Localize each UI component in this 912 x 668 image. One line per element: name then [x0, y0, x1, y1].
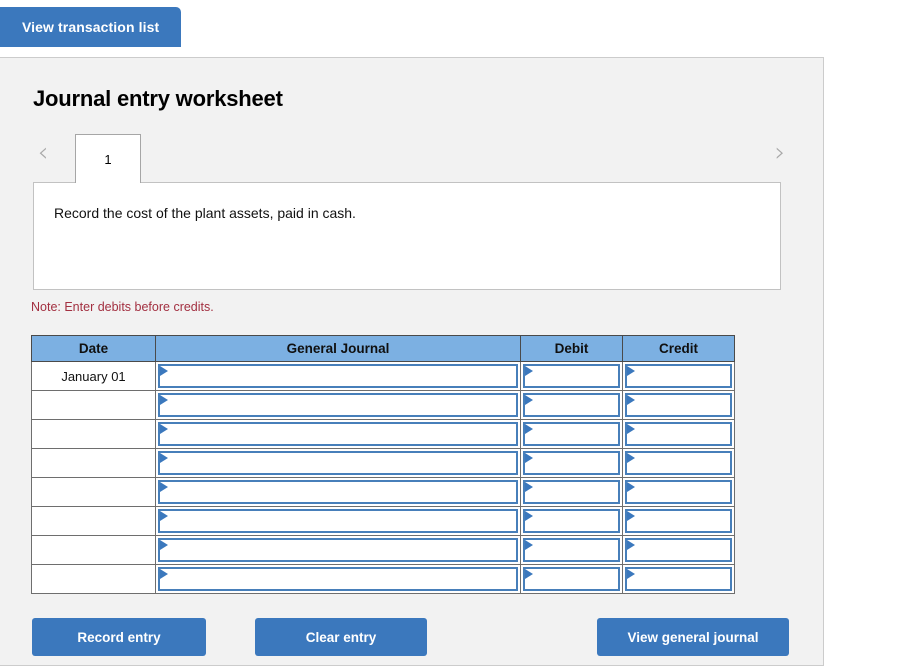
credit-amount-input-row-1[interactable]	[625, 364, 732, 388]
credit-amount-input-row-8[interactable]	[625, 567, 732, 591]
cell-journal	[155, 506, 521, 536]
debit-amount-input-row-3[interactable]	[523, 422, 620, 446]
worksheet-tab-1[interactable]: 1	[75, 134, 141, 183]
debit-amount-input-row-4[interactable]	[523, 451, 620, 475]
worksheet-tab-label: 1	[104, 151, 112, 167]
action-bar: Record entry Clear entry View general jo…	[0, 618, 824, 668]
credit-amount-input-row-6[interactable]	[625, 509, 732, 533]
debit-amount-input-row-2[interactable]	[523, 393, 620, 417]
cell-credit	[622, 361, 735, 391]
debit-amount-input-row-6[interactable]	[523, 509, 620, 533]
instruction-box: Record the cost of the plant assets, pai…	[33, 182, 781, 290]
cell-journal	[155, 448, 521, 478]
debit-amount-input-row-8[interactable]	[523, 567, 620, 591]
cell-credit	[622, 448, 735, 478]
cell-debit	[520, 361, 623, 391]
column-header-general-journal: General Journal	[155, 335, 521, 362]
cell-date	[31, 390, 156, 420]
cell-credit	[622, 419, 735, 449]
cell-journal	[155, 477, 521, 507]
journal-account-input-row-6[interactable]	[158, 509, 518, 533]
journal-account-input-row-5[interactable]	[158, 480, 518, 504]
journal-account-input-row-2[interactable]	[158, 393, 518, 417]
cell-debit	[520, 419, 623, 449]
journal-table-body: January 01	[31, 361, 735, 594]
chevron-right-icon[interactable]: ›	[767, 139, 793, 167]
cell-date	[31, 419, 156, 449]
journal-account-input-row-3[interactable]	[158, 422, 518, 446]
instruction-text: Record the cost of the plant assets, pai…	[54, 205, 356, 221]
journal-account-input-row-1[interactable]	[158, 364, 518, 388]
top-tab-bar: View transaction list	[0, 7, 182, 47]
table-row	[31, 448, 735, 478]
cell-debit	[520, 506, 623, 536]
cell-debit	[520, 564, 623, 594]
cell-credit	[622, 535, 735, 565]
view-transaction-list-button[interactable]: View transaction list	[0, 7, 182, 47]
table-row	[31, 564, 735, 594]
table-row	[31, 535, 735, 565]
debit-amount-input-row-5[interactable]	[523, 480, 620, 504]
clear-entry-button[interactable]: Clear entry	[255, 618, 427, 656]
chevron-left-icon[interactable]: ‹	[30, 139, 56, 167]
journal-account-input-row-7[interactable]	[158, 538, 518, 562]
cell-date	[31, 506, 156, 536]
table-header-row: Date General Journal Debit Credit	[31, 335, 735, 362]
debit-amount-input-row-7[interactable]	[523, 538, 620, 562]
view-general-journal-button[interactable]: View general journal	[597, 618, 789, 656]
credit-amount-input-row-4[interactable]	[625, 451, 732, 475]
journal-entry-table: Date General Journal Debit Credit Januar…	[31, 335, 735, 594]
credit-amount-input-row-3[interactable]	[625, 422, 732, 446]
cell-journal	[155, 361, 521, 391]
table-row	[31, 419, 735, 449]
table-row: January 01	[31, 361, 735, 391]
credit-amount-input-row-2[interactable]	[625, 393, 732, 417]
cell-journal	[155, 390, 521, 420]
cell-journal	[155, 564, 521, 594]
journal-entry-worksheet-panel: Journal entry worksheet ‹ 1 › Record the…	[0, 57, 824, 666]
page-title: Journal entry worksheet	[33, 86, 283, 111]
table-row	[31, 390, 735, 420]
record-entry-button[interactable]: Record entry	[32, 618, 206, 656]
table-row	[31, 477, 735, 507]
cell-credit	[622, 477, 735, 507]
cell-credit	[622, 390, 735, 420]
cell-credit	[622, 506, 735, 536]
journal-account-input-row-4[interactable]	[158, 451, 518, 475]
credit-amount-input-row-5[interactable]	[625, 480, 732, 504]
cell-credit	[622, 564, 735, 594]
cell-date	[31, 477, 156, 507]
cell-debit	[520, 390, 623, 420]
column-header-debit: Debit	[520, 335, 623, 362]
worksheet-pager: ‹ 1 ›	[0, 134, 824, 184]
cell-date	[31, 564, 156, 594]
cell-date: January 01	[31, 361, 156, 391]
cell-debit	[520, 477, 623, 507]
debit-amount-input-row-1[interactable]	[523, 364, 620, 388]
credit-amount-input-row-7[interactable]	[625, 538, 732, 562]
cell-debit	[520, 535, 623, 565]
journal-account-input-row-8[interactable]	[158, 567, 518, 591]
journal-table-container: Date General Journal Debit Credit Januar…	[31, 335, 735, 594]
debits-before-credits-note: Note: Enter debits before credits.	[31, 300, 214, 314]
cell-journal	[155, 535, 521, 565]
table-row	[31, 506, 735, 536]
cell-debit	[520, 448, 623, 478]
cell-date	[31, 448, 156, 478]
column-header-credit: Credit	[622, 335, 735, 362]
column-header-date: Date	[31, 335, 156, 362]
cell-journal	[155, 419, 521, 449]
cell-date	[31, 535, 156, 565]
